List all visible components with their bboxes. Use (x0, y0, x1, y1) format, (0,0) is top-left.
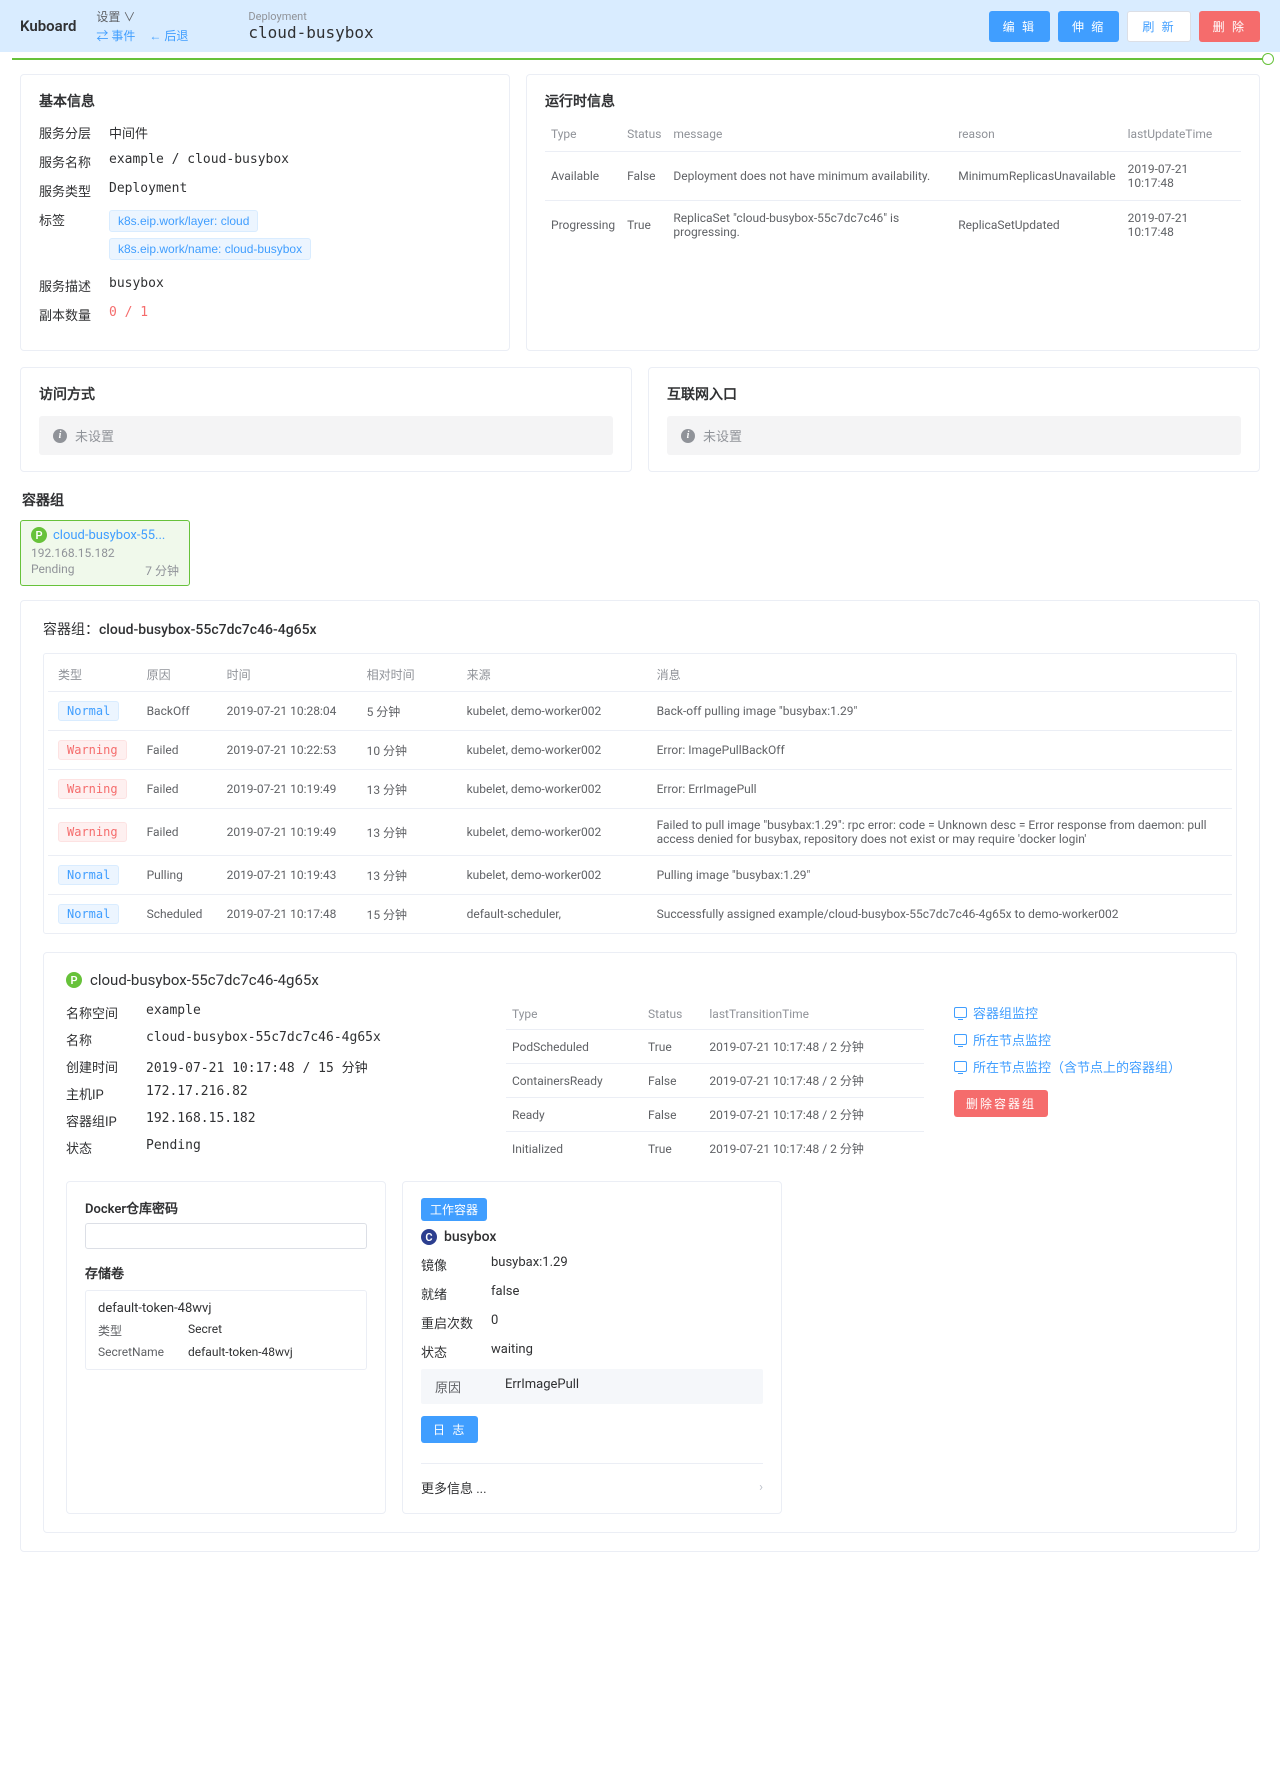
monitor-icon (954, 1007, 967, 1018)
condition-row: ContainersReadyFalse2019-07-21 10:17:48 … (506, 1064, 924, 1098)
event-level-badge: Normal (58, 904, 119, 924)
header-actions: 编 辑 伸 缩 刷 新 删 除 (989, 11, 1260, 42)
event-level-badge: Warning (58, 822, 127, 842)
conditions-table: Type Status lastTransitionTime PodSchedu… (506, 1003, 924, 1165)
event-row: NormalScheduled2019-07-21 10:17:4815 分钟d… (48, 895, 1232, 934)
label-tag[interactable]: k8s.eip.work/layer: cloud (109, 210, 258, 232)
detail-title: 容器组：cloud-busybox-55c7dc7c46-4g65x (43, 619, 1237, 639)
events-table: 类型 原因 时间 相对时间 来源 消息 NormalBackOff2019-07… (48, 658, 1232, 933)
container-card: 工作容器 Cbusybox 镜像busybax:1.29 就绪false 重启次… (402, 1181, 782, 1514)
more-info-toggle[interactable]: 更多信息 ...› (421, 1463, 763, 1497)
event-row: WarningFailed2019-07-21 10:22:5310 分钟kub… (48, 731, 1232, 770)
docker-secret-card: Docker仓库密码 存储卷 default-token-48wvj 类型Sec… (66, 1181, 386, 1514)
settings-dropdown[interactable]: 设置 ∨ (96, 8, 135, 25)
service-desc: busybox (109, 276, 164, 291)
info-icon: i (681, 429, 695, 443)
delete-pod-button[interactable]: 删除容器组 (954, 1090, 1048, 1117)
deployment-kind: Deployment (248, 10, 373, 23)
condition-row: PodScheduledTrue2019-07-21 10:17:48 / 2 … (506, 1030, 924, 1064)
deployment-title: Deployment cloud-busybox (248, 10, 373, 42)
runtime-row: ProgressingTrueReplicaSet "cloud-busybox… (545, 201, 1241, 250)
condition-row: ReadyFalse2019-07-21 10:17:48 / 2 分钟 (506, 1098, 924, 1132)
pod-full-name: cloud-busybox-55c7dc7c46-4g65x (90, 971, 319, 989)
back-link[interactable]: ← 后退 (149, 27, 188, 44)
internet-card: 互联网入口 i未设置 (648, 367, 1260, 472)
runtime-info-card: 运行时信息 Type Status message reason lastUpd… (526, 74, 1260, 351)
access-card: 访问方式 i未设置 (20, 367, 632, 472)
pod-card-ip: 192.168.15.182 (31, 546, 179, 560)
monitor-icon (954, 1034, 967, 1045)
pod-podip: 192.168.15.182 (146, 1111, 256, 1130)
runtime-title: 运行时信息 (545, 91, 1241, 111)
pod-badge-icon: P (31, 527, 47, 543)
volume-name: default-token-48wvj (98, 1301, 354, 1316)
event-level-badge: Warning (58, 740, 127, 760)
check-icon: ✓ (1264, 54, 1272, 64)
pod-card-name: cloud-busybox-55... (53, 528, 165, 543)
pods-section-title: 容器组 (22, 490, 1258, 510)
deployment-name: cloud-busybox (248, 23, 373, 42)
event-level-badge: Normal (58, 865, 119, 885)
basic-title: 基本信息 (39, 91, 491, 111)
brand[interactable]: Kuboard (20, 17, 76, 35)
pod-created: 2019-07-21 10:17:48 / 15 分钟 (146, 1057, 368, 1076)
event-row: NormalPulling2019-07-21 10:19:4313 分钟kub… (48, 856, 1232, 895)
logs-button[interactable]: 日 志 (421, 1416, 478, 1443)
node-monitor-link[interactable]: 所在节点监控 (954, 1030, 1214, 1049)
refresh-button[interactable]: 刷 新 (1127, 11, 1190, 42)
container-badge-icon: C (421, 1229, 437, 1245)
work-container-badge: 工作容器 (421, 1198, 487, 1221)
events-link[interactable]: ⇄ 事件 (96, 27, 135, 44)
runtime-table: Type Status message reason lastUpdateTim… (545, 123, 1241, 249)
pod-state: Pending (146, 1138, 201, 1157)
container-state: waiting (491, 1342, 533, 1361)
container-reason: 原因ErrImagePull (421, 1369, 763, 1404)
pod-card-state: Pending (31, 562, 75, 579)
service-type: Deployment (109, 181, 187, 196)
service-layer: 中间件 (109, 123, 148, 142)
pod-monitor-link[interactable]: 容器组监控 (954, 1003, 1214, 1022)
event-level-badge: Normal (58, 701, 119, 721)
event-row: NormalBackOff2019-07-21 10:28:045 分钟kube… (48, 692, 1232, 731)
basic-info-card: 基本信息 服务分层中间件 服务名称example / cloud-busybox… (20, 74, 510, 351)
event-level-badge: Warning (58, 779, 127, 799)
pod-namespace: example (146, 1003, 201, 1022)
not-set-notice: i未设置 (39, 416, 613, 455)
replica-count: 0 / 1 (109, 305, 148, 320)
event-row: WarningFailed2019-07-21 10:19:4913 分钟kub… (48, 770, 1232, 809)
pod-card[interactable]: Pcloud-busybox-55... 192.168.15.182 Pend… (20, 520, 190, 586)
header-middle: 设置 ∨ ⇄ 事件 ← 后退 (96, 8, 188, 44)
pod-badge-icon: P (66, 972, 82, 988)
app-header: Kuboard 设置 ∨ ⇄ 事件 ← 后退 Deployment cloud-… (0, 0, 1280, 52)
container-name: busybox (444, 1229, 496, 1245)
event-row: WarningFailed2019-07-21 10:19:4913 分钟kub… (48, 809, 1232, 856)
container-image: busybax:1.29 (491, 1255, 568, 1274)
edit-button[interactable]: 编 辑 (989, 11, 1050, 42)
volume-item: default-token-48wvj 类型Secret SecretNamed… (85, 1290, 367, 1370)
info-icon: i (53, 429, 67, 443)
pod-card-age: 7 分钟 (145, 562, 179, 579)
scale-button[interactable]: 伸 缩 (1058, 11, 1119, 42)
service-name: example / cloud-busybox (109, 152, 289, 167)
pod-detail-card: 容器组：cloud-busybox-55c7dc7c46-4g65x 类型 原因… (20, 600, 1260, 1552)
pod-name-val: cloud-busybox-55c7dc7c46-4g65x (146, 1030, 381, 1049)
node-monitor-all-link[interactable]: 所在节点监控（含节点上的容器组） (954, 1057, 1214, 1076)
delete-button[interactable]: 删 除 (1199, 11, 1260, 42)
docker-password-input[interactable] (85, 1223, 367, 1249)
chevron-down-icon: ∨ (123, 10, 135, 24)
monitor-icon (954, 1061, 967, 1072)
container-ready: false (491, 1284, 519, 1303)
condition-row: InitializedTrue2019-07-21 10:17:48 / 2 分… (506, 1132, 924, 1166)
container-restart: 0 (491, 1313, 498, 1332)
pod-hostip: 172.17.216.82 (146, 1084, 248, 1103)
not-set-notice: i未设置 (667, 416, 1241, 455)
progress-bar: ✓ (12, 58, 1268, 60)
chevron-right-icon: › (759, 1480, 763, 1495)
runtime-row: AvailableFalseDeployment does not have m… (545, 152, 1241, 201)
label-tag[interactable]: k8s.eip.work/name: cloud-busybox (109, 238, 311, 260)
pod-info-panel: Pcloud-busybox-55c7dc7c46-4g65x 名称空间exam… (43, 952, 1237, 1533)
